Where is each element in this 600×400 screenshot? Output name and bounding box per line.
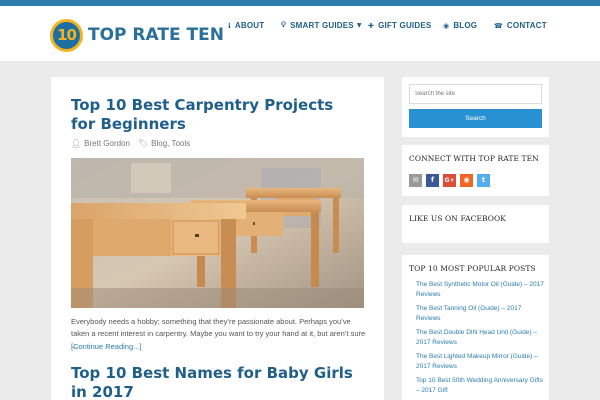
search-widget: Search	[402, 77, 549, 137]
post-featured-image[interactable]	[71, 158, 364, 308]
rss-icon: ◉	[443, 21, 450, 30]
nav-item-label: SMART GUIDES	[290, 21, 354, 30]
post-meta: 👤︎ Brett Gordon 🏷︎ Blog, Tools	[71, 139, 190, 148]
nav-item-label: CONTACT	[506, 21, 547, 30]
popular-post-link[interactable]: Top 10 Best 50th Wedding Anniversary Gif…	[416, 376, 546, 396]
post-author[interactable]: Brett Gordon	[84, 139, 130, 148]
main-content: Top 10 Best Carpentry Projects for Begin…	[51, 77, 384, 400]
nav-item-label: BLOG	[453, 21, 478, 30]
connect-widget: CONNECT WITH TOP RATE TEN ✉ f G+ ◉ t	[402, 145, 549, 196]
email-icon[interactable]: ✉	[409, 174, 422, 187]
post-title-link[interactable]: Top 10 Best Names for Baby Girls in 2017	[71, 364, 361, 400]
post-title-link[interactable]: Top 10 Best Carpentry Projects for Begin…	[71, 96, 361, 134]
popular-post-link[interactable]: The Best Lighted Makeup Mirror (Guide) –…	[416, 352, 546, 372]
site-header: 10 TOP RATE TEN ℹ ABOUT 💡︎ SMART GUIDES …	[0, 6, 600, 61]
nav-item-contact[interactable]: ☎ CONTACT	[494, 21, 547, 30]
search-input[interactable]	[409, 84, 542, 104]
widget-title: LIKE US ON FACEBOOK	[409, 214, 506, 223]
twitter-icon[interactable]: t	[477, 174, 490, 187]
social-icons: ✉ f G+ ◉ t	[409, 174, 494, 187]
gift-icon: ✚	[368, 21, 375, 30]
popular-post-link[interactable]: The Best Double DIN Head Unit (Guide) – …	[416, 328, 546, 348]
tags-icon: 🏷︎	[137, 139, 149, 148]
popular-post-link[interactable]: The Best Synthetic Motor Oil (Guide) – 2…	[416, 280, 546, 300]
search-button[interactable]: Search	[409, 109, 542, 128]
nav-item-gift-guides[interactable]: ✚ GIFT GUIDES	[368, 21, 431, 30]
info-icon: ℹ	[228, 21, 231, 30]
popular-posts-list: The Best Synthetic Motor Oil (Guide) – 2…	[416, 280, 546, 400]
nav-item-blog[interactable]: ◉ BLOG	[443, 21, 477, 30]
phone-icon: ☎	[494, 21, 503, 30]
nav-item-label: GIFT GUIDES	[378, 21, 432, 30]
widget-title: CONNECT WITH TOP RATE TEN	[409, 154, 539, 163]
rss-icon[interactable]: ◉	[460, 174, 473, 187]
carpentry-photo	[71, 158, 364, 308]
popular-post-link[interactable]: The Best Tanning Oil (Guide) – 2017 Revi…	[416, 304, 546, 324]
nav-item-about[interactable]: ℹ ABOUT	[228, 21, 264, 30]
nav-item-label: ABOUT	[234, 21, 265, 30]
widget-title: TOP 10 MOST POPULAR POSTS	[409, 264, 536, 273]
facebook-icon[interactable]: f	[426, 174, 439, 187]
google-plus-icon[interactable]: G+	[443, 174, 456, 187]
popular-posts-widget: TOP 10 MOST POPULAR POSTS The Best Synth…	[402, 255, 549, 400]
user-icon: 👤︎	[71, 139, 82, 148]
facebook-widget: LIKE US ON FACEBOOK	[402, 205, 549, 243]
post-categories[interactable]: Blog, Tools	[151, 139, 190, 148]
lightbulb-icon: 💡︎	[281, 21, 287, 29]
nav-item-smart-guides[interactable]: 💡︎ SMART GUIDES ▼	[281, 21, 362, 30]
main-nav: ℹ ABOUT 💡︎ SMART GUIDES ▼ ✚ GIFT GUIDES …	[0, 21, 600, 41]
continue-reading-link[interactable]: [Continue Reading...]	[71, 342, 141, 351]
caret-down-icon: ▼	[356, 22, 362, 29]
